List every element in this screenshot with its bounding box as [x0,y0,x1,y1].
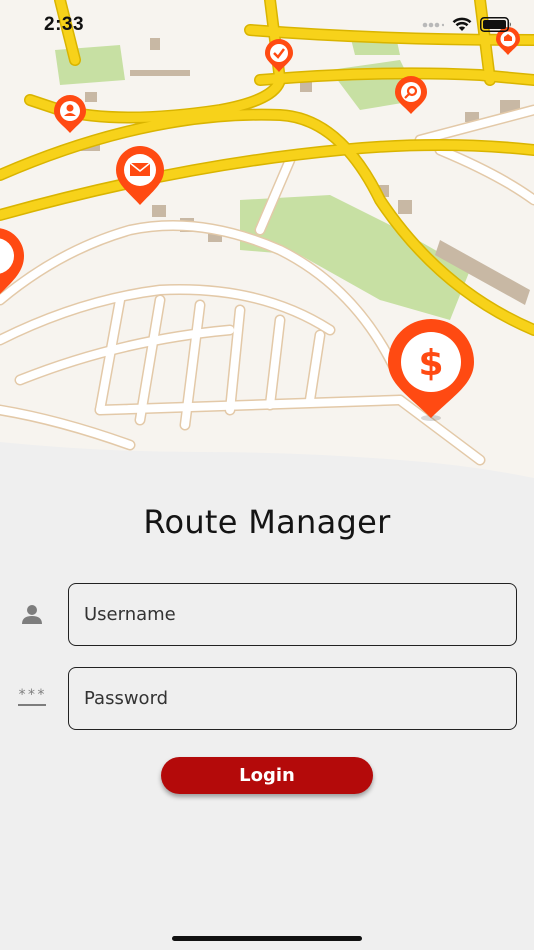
battery-icon [480,17,511,32]
person-icon [22,605,42,624]
map-background: $ [0,0,534,478]
status-time: 2:33 [44,14,85,35]
app-title: Route Manager [143,503,391,541]
status-bar: 2:33 [0,0,534,48]
password-input[interactable] [68,667,517,730]
status-icons [422,17,512,32]
password-icon-wrap: *** [14,680,50,716]
mail-icon [129,162,151,176]
wifi-icon [452,17,472,31]
signal-icon [422,22,444,27]
login-button[interactable]: Login [161,757,373,794]
password-icon: *** [17,687,47,703]
username-input[interactable] [68,583,517,646]
password-icon-underline [18,704,46,706]
dollar-icon: $ [418,343,443,384]
home-indicator[interactable] [172,936,362,941]
username-icon-wrap [14,596,50,632]
